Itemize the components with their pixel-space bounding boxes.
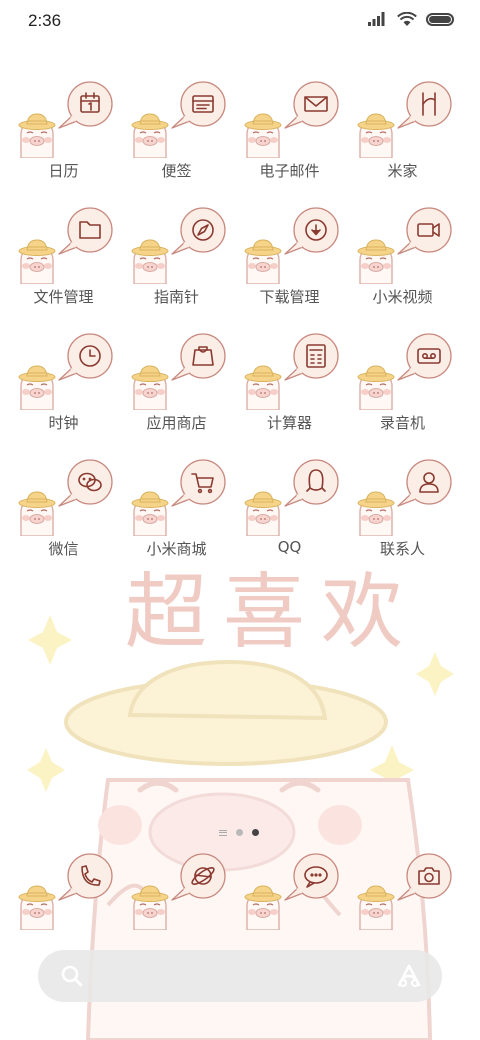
status-bar: 2:36 bbox=[0, 0, 480, 40]
app-mijia[interactable]: 米家 bbox=[346, 78, 459, 186]
app-video[interactable]: 小米视频 bbox=[346, 204, 459, 312]
app-label: 电子邮件 bbox=[259, 162, 320, 180]
compass-icon-tile bbox=[120, 204, 233, 285]
download-icon-tile bbox=[233, 204, 346, 285]
app-calendar[interactable]: 日历 bbox=[7, 78, 120, 186]
calendar-icon-tile bbox=[7, 78, 120, 159]
app-folder[interactable]: 文件管理 bbox=[7, 204, 120, 312]
store-icon-tile bbox=[120, 330, 233, 411]
app-qq[interactable]: QQ bbox=[233, 456, 346, 564]
app-label: 时钟 bbox=[48, 414, 79, 432]
app-recorder[interactable]: 录音机 bbox=[346, 330, 459, 438]
search-bar[interactable] bbox=[38, 950, 442, 1002]
app-label: 小米视频 bbox=[372, 288, 433, 306]
app-clock[interactable]: 时钟 bbox=[7, 330, 120, 438]
app-label: 指南针 bbox=[153, 288, 199, 306]
wifi-icon bbox=[397, 12, 417, 26]
folder-icon-tile bbox=[7, 204, 120, 285]
app-label: 应用商店 bbox=[146, 414, 207, 432]
app-calculator[interactable]: 计算器 bbox=[233, 330, 346, 438]
recorder-icon-tile bbox=[346, 330, 459, 411]
app-label: 日历 bbox=[48, 162, 79, 180]
dock-camera[interactable] bbox=[346, 850, 459, 931]
app-label: 文件管理 bbox=[33, 288, 94, 306]
app-label: 录音机 bbox=[379, 414, 425, 432]
cart-icon-tile bbox=[120, 456, 233, 537]
app-cart[interactable]: 小米商城 bbox=[120, 456, 233, 564]
mail-icon-tile bbox=[233, 78, 346, 159]
calculator-icon-tile bbox=[233, 330, 346, 411]
app-contacts[interactable]: 联系人 bbox=[346, 456, 459, 564]
app-mail[interactable]: 电子邮件 bbox=[233, 78, 346, 186]
app-wechat[interactable]: 微信 bbox=[7, 456, 120, 564]
app-label: QQ bbox=[277, 538, 302, 556]
app-download[interactable]: 下载管理 bbox=[233, 204, 346, 312]
notes-icon-tile bbox=[120, 78, 233, 159]
dock-phone[interactable] bbox=[7, 850, 120, 931]
wechat-icon-tile bbox=[7, 456, 120, 537]
app-label: 微信 bbox=[48, 540, 79, 558]
dock-browser[interactable] bbox=[120, 850, 233, 931]
app-label: 计算器 bbox=[266, 414, 312, 432]
wallpaper-text: 超喜欢 bbox=[125, 565, 419, 660]
signal-icon bbox=[368, 12, 385, 26]
clock-icon-tile bbox=[7, 330, 120, 411]
app-label: 下载管理 bbox=[259, 288, 320, 306]
page-dot-2[interactable] bbox=[252, 829, 259, 836]
mijia-icon-tile bbox=[346, 78, 459, 159]
app-compass[interactable]: 指南针 bbox=[120, 204, 233, 312]
qq-icon-tile bbox=[233, 456, 346, 537]
home-lines-icon bbox=[219, 829, 227, 836]
page-indicator[interactable] bbox=[219, 829, 259, 836]
app-store[interactable]: 应用商店 bbox=[120, 330, 233, 438]
status-time: 2:36 bbox=[28, 11, 62, 30]
app-label: 米家 bbox=[387, 162, 418, 180]
search-icon bbox=[61, 965, 83, 987]
page-dot-1[interactable] bbox=[236, 829, 243, 836]
video-icon-tile bbox=[346, 204, 459, 285]
battery-icon bbox=[426, 12, 454, 26]
dock-messages[interactable] bbox=[233, 850, 346, 931]
app-label: 小米商城 bbox=[146, 540, 207, 558]
app-label: 联系人 bbox=[379, 540, 425, 558]
assistant-icon[interactable] bbox=[396, 964, 422, 988]
contacts-icon-tile bbox=[346, 456, 459, 537]
app-label: 便签 bbox=[161, 162, 192, 180]
app-notes[interactable]: 便签 bbox=[120, 78, 233, 186]
